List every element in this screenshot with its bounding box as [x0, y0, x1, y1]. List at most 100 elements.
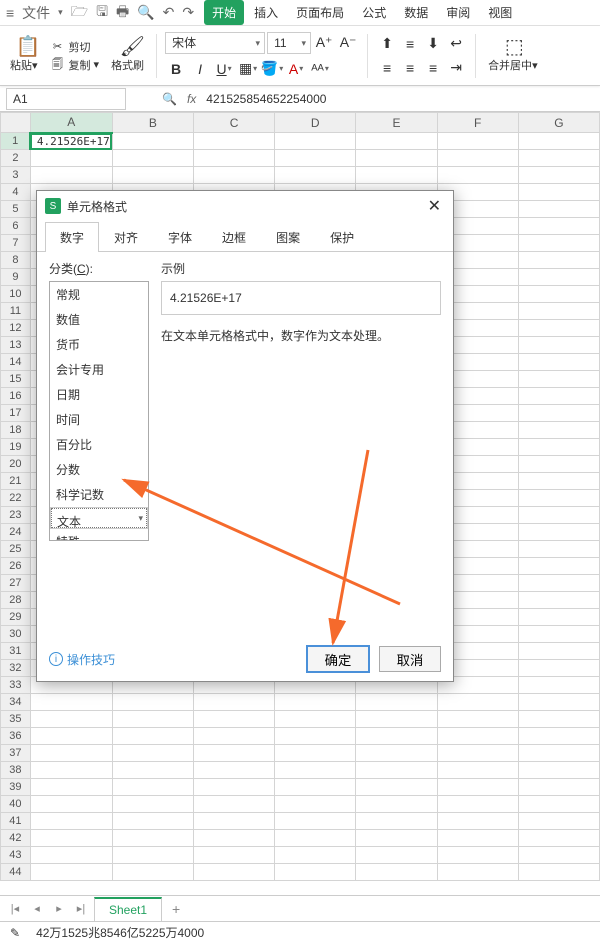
- row-header[interactable]: 12: [1, 320, 31, 337]
- cell[interactable]: [356, 745, 437, 762]
- column-header[interactable]: D: [275, 113, 356, 133]
- align-left-button[interactable]: ≡: [376, 57, 398, 79]
- row-header[interactable]: 11: [1, 303, 31, 320]
- cell[interactable]: [193, 711, 274, 728]
- open-icon[interactable]: 🗁: [71, 1, 88, 25]
- column-header[interactable]: F: [437, 113, 518, 133]
- cell[interactable]: [518, 507, 599, 524]
- align-middle-button[interactable]: ≡: [399, 33, 421, 55]
- cell[interactable]: [356, 847, 437, 864]
- cell[interactable]: [275, 830, 356, 847]
- row-header[interactable]: 8: [1, 252, 31, 269]
- cell[interactable]: [518, 779, 599, 796]
- indent-button[interactable]: ⇥: [445, 57, 467, 79]
- align-top-button[interactable]: ⬆: [376, 33, 398, 55]
- cell[interactable]: [275, 796, 356, 813]
- category-item[interactable]: 时间: [50, 407, 148, 432]
- file-dropdown-icon[interactable]: ▾: [58, 7, 63, 18]
- cancel-button[interactable]: 取消: [379, 646, 441, 672]
- row-header[interactable]: 44: [1, 864, 31, 881]
- row-header[interactable]: 42: [1, 830, 31, 847]
- cell[interactable]: [112, 728, 193, 745]
- cell[interactable]: [518, 524, 599, 541]
- cell[interactable]: [437, 830, 518, 847]
- cell[interactable]: [518, 354, 599, 371]
- column-header[interactable]: G: [518, 113, 599, 133]
- cell[interactable]: [30, 762, 112, 779]
- row-header[interactable]: 41: [1, 813, 31, 830]
- category-item[interactable]: 分数: [50, 457, 148, 482]
- row-header[interactable]: 33: [1, 677, 31, 694]
- font-size-select[interactable]: 11: [267, 32, 311, 54]
- row-header[interactable]: 14: [1, 354, 31, 371]
- row-header[interactable]: 29: [1, 609, 31, 626]
- cell[interactable]: [356, 864, 437, 881]
- row-header[interactable]: 34: [1, 694, 31, 711]
- paste-group[interactable]: 📋 粘贴▾: [6, 39, 42, 73]
- cell[interactable]: [437, 864, 518, 881]
- cell[interactable]: [275, 779, 356, 796]
- font-name-select[interactable]: 宋体: [165, 32, 265, 54]
- sheet-nav-first[interactable]: |◂: [6, 900, 24, 918]
- tab-review[interactable]: 审阅: [438, 0, 478, 25]
- save-icon[interactable]: 🖫: [96, 1, 108, 25]
- category-item[interactable]: 百分比: [50, 432, 148, 457]
- row-header[interactable]: 19: [1, 439, 31, 456]
- row-header[interactable]: 24: [1, 524, 31, 541]
- row-header[interactable]: 28: [1, 592, 31, 609]
- category-item[interactable]: 会计专用: [50, 357, 148, 382]
- cell[interactable]: [275, 728, 356, 745]
- shrink-font-button[interactable]: A⁻: [337, 32, 359, 54]
- dlg-tab-number[interactable]: 数字: [45, 222, 99, 252]
- cell[interactable]: [356, 728, 437, 745]
- row-header[interactable]: 18: [1, 422, 31, 439]
- tab-start[interactable]: 开始: [204, 0, 244, 25]
- row-header[interactable]: 15: [1, 371, 31, 388]
- align-right-button[interactable]: ≡: [422, 57, 444, 79]
- tab-insert[interactable]: 插入: [246, 0, 286, 25]
- cut-button[interactable]: ✂剪切: [50, 39, 100, 55]
- cell[interactable]: [356, 779, 437, 796]
- cell[interactable]: [518, 320, 599, 337]
- cell[interactable]: [518, 677, 599, 694]
- cell[interactable]: [518, 813, 599, 830]
- cell[interactable]: [437, 847, 518, 864]
- cell[interactable]: [518, 541, 599, 558]
- cell[interactable]: [275, 864, 356, 881]
- cell[interactable]: [518, 167, 599, 184]
- category-item[interactable]: 科学记数: [50, 482, 148, 507]
- cell[interactable]: [30, 711, 112, 728]
- cell[interactable]: [275, 847, 356, 864]
- dlg-tab-protect[interactable]: 保护: [315, 222, 369, 252]
- category-item[interactable]: 常规: [50, 282, 148, 307]
- cell[interactable]: [437, 745, 518, 762]
- undo-icon[interactable]: ↶: [163, 4, 175, 21]
- cell[interactable]: [356, 830, 437, 847]
- cell[interactable]: [518, 711, 599, 728]
- cell[interactable]: [275, 694, 356, 711]
- cell[interactable]: [518, 762, 599, 779]
- category-item[interactable]: 文本: [50, 507, 148, 529]
- cell[interactable]: [30, 694, 112, 711]
- cell[interactable]: [518, 133, 599, 150]
- cell[interactable]: [193, 847, 274, 864]
- cell[interactable]: [518, 269, 599, 286]
- column-header[interactable]: A: [30, 113, 112, 133]
- cell[interactable]: [518, 371, 599, 388]
- cell[interactable]: [518, 201, 599, 218]
- row-header[interactable]: 13: [1, 337, 31, 354]
- row-header[interactable]: 30: [1, 626, 31, 643]
- cell[interactable]: [437, 711, 518, 728]
- cell[interactable]: [112, 150, 193, 167]
- cell[interactable]: [275, 745, 356, 762]
- align-bottom-button[interactable]: ⬇: [422, 33, 444, 55]
- cell[interactable]: [518, 558, 599, 575]
- add-sheet-button[interactable]: +: [166, 899, 186, 919]
- cell[interactable]: [437, 813, 518, 830]
- cell[interactable]: [518, 830, 599, 847]
- dlg-tab-align[interactable]: 对齐: [99, 222, 153, 252]
- row-header[interactable]: 7: [1, 235, 31, 252]
- cell[interactable]: [518, 456, 599, 473]
- cell[interactable]: [193, 830, 274, 847]
- redo-icon[interactable]: ↷: [182, 4, 194, 21]
